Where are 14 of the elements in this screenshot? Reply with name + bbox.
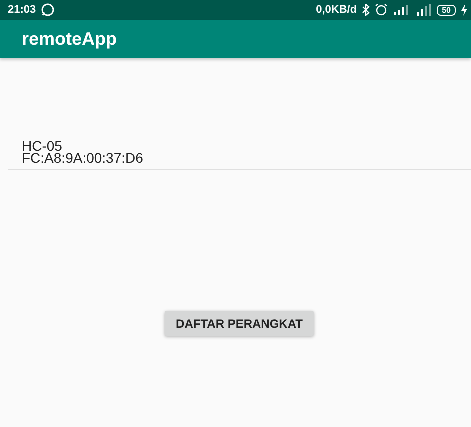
device-item[interactable]: HC-05 FC:A8:9A:00:37:D6 bbox=[8, 140, 471, 170]
alarm-icon bbox=[375, 4, 388, 16]
device-name: HC-05 bbox=[22, 140, 62, 152]
data-rate: 0,0KB/d bbox=[316, 4, 358, 16]
signal-icon bbox=[393, 5, 410, 15]
bluetooth-icon bbox=[362, 4, 370, 16]
device-address: FC:A8:9A:00:37:D6 bbox=[22, 152, 144, 164]
device-list-button[interactable]: DAFTAR PERANGKAT bbox=[165, 311, 314, 336]
status-time: 21:03 bbox=[8, 4, 36, 16]
charging-icon bbox=[461, 4, 468, 16]
app-title: remoteApp bbox=[22, 28, 118, 50]
signal-icon bbox=[414, 4, 432, 16]
battery-indicator: 50 bbox=[437, 4, 456, 16]
chat-bubble-icon bbox=[41, 3, 56, 17]
